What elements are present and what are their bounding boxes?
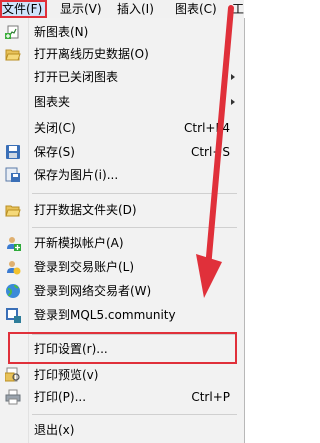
- annotation-arrow: [196, 5, 234, 298]
